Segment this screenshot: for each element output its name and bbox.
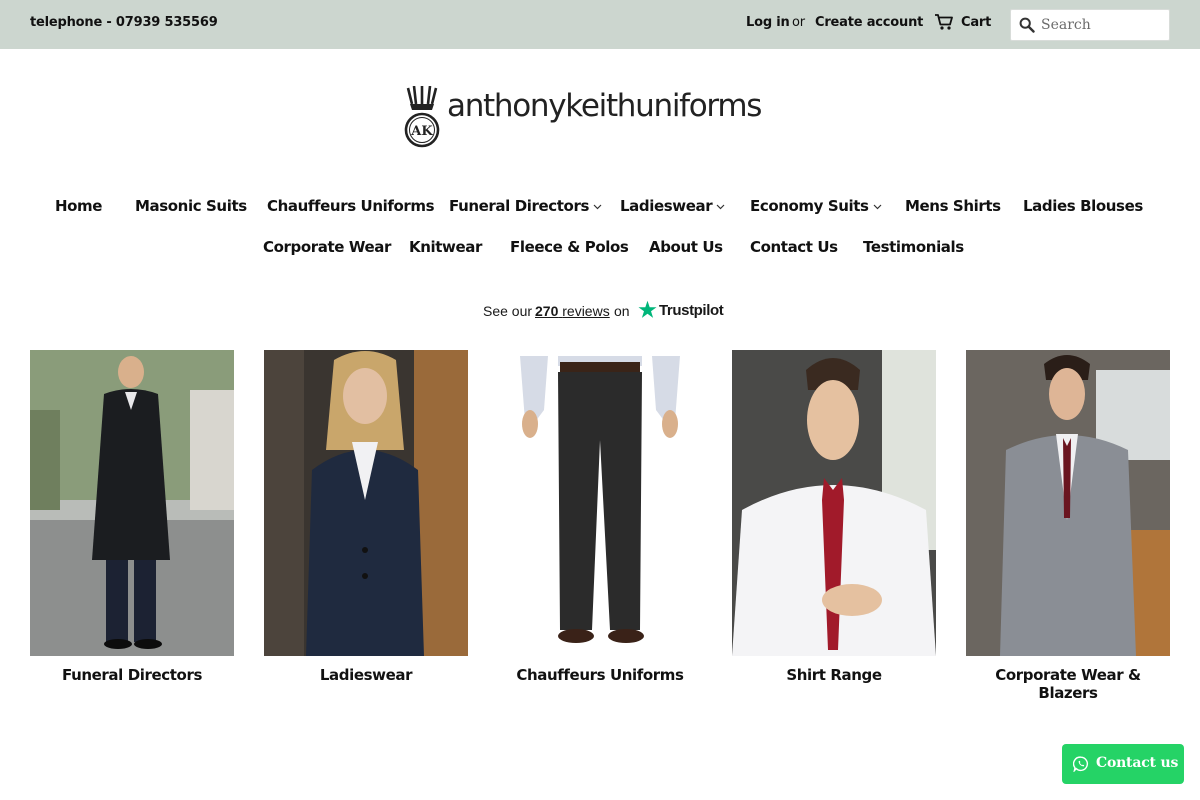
trustpilot-widget[interactable]: See our 270 reviews on Trustpilot	[483, 300, 724, 322]
chevron-down-icon	[716, 204, 725, 209]
cart-icon[interactable]	[934, 13, 954, 31]
search-icon[interactable]	[1019, 17, 1035, 33]
nav-funeral-directors[interactable]: Funeral Directors	[449, 197, 602, 215]
trustpilot-star-icon	[638, 300, 657, 318]
nav-mens-shirts[interactable]: Mens Shirts	[905, 197, 1001, 215]
whatsapp-contact-button[interactable]: Contact us	[1062, 744, 1184, 784]
nav-corporate-wear[interactable]: Corporate Wear	[263, 238, 391, 256]
collection-title[interactable]: Corporate Wear & Blazers	[966, 666, 1170, 702]
collection-title[interactable]: Shirt Range	[732, 666, 936, 684]
collection-title[interactable]: Funeral Directors	[30, 666, 234, 684]
nav-chauffeurs-uniforms[interactable]: Chauffeurs Uniforms	[267, 197, 435, 215]
trustpilot-reviews-link[interactable]: 270 reviews	[535, 303, 610, 319]
nav-contact-us[interactable]: Contact Us	[750, 238, 838, 256]
shirt-range-photo	[732, 350, 936, 656]
site-logo[interactable]: AK anthonykeithuniforms	[404, 86, 794, 154]
create-account-link[interactable]: Create account	[815, 15, 923, 30]
collection-title[interactable]: Ladieswear	[264, 666, 468, 684]
brand-name: anthonykeithuniforms	[447, 88, 762, 124]
search-input[interactable]	[1041, 14, 1165, 36]
chauffeurs-uniforms-photo	[498, 350, 702, 656]
nav-ladies-blouses[interactable]: Ladies Blouses	[1023, 197, 1143, 215]
crest-logo-icon: AK	[404, 86, 440, 148]
nav-ladieswear[interactable]: Ladieswear	[620, 197, 725, 215]
ladieswear-photo	[264, 350, 468, 656]
chevron-down-icon	[873, 204, 882, 209]
collection-image[interactable]	[732, 350, 936, 656]
nav-fleece-polos[interactable]: Fleece & Polos	[510, 238, 629, 256]
corporate-wear-photo	[966, 350, 1170, 656]
contact-button-label: Contact us	[1096, 755, 1179, 771]
review-count: 270	[535, 303, 559, 319]
nav-testimonials[interactable]: Testimonials	[863, 238, 964, 256]
trustpilot-prefix: See our	[483, 303, 533, 319]
nav-knitwear[interactable]: Knitwear	[409, 238, 482, 256]
nav-economy-suits[interactable]: Economy Suits	[750, 197, 882, 215]
collection-image[interactable]	[498, 350, 702, 656]
collection-title[interactable]: Chauffeurs Uniforms	[498, 666, 702, 684]
trustpilot-on: on	[614, 303, 630, 319]
or-text: or	[792, 15, 805, 30]
collection-image[interactable]	[264, 350, 468, 656]
logo-monogram: AK	[410, 124, 433, 139]
phone-number: telephone - 07939 535569	[30, 15, 218, 30]
whatsapp-icon	[1073, 756, 1089, 772]
funeral-directors-photo	[30, 350, 234, 656]
login-link[interactable]: Log in	[746, 15, 790, 30]
cart-link[interactable]: Cart	[961, 15, 991, 30]
collection-image[interactable]	[30, 350, 234, 656]
nav-masonic-suits[interactable]: Masonic Suits	[135, 197, 247, 215]
chevron-down-icon	[593, 204, 602, 209]
top-bar: telephone - 07939 535569 Log in or Creat…	[0, 0, 1200, 49]
nav-home[interactable]: Home	[55, 197, 102, 215]
collection-image[interactable]	[966, 350, 1170, 656]
reviews-word: reviews	[562, 303, 610, 319]
trustpilot-brand: Trustpilot	[659, 302, 724, 319]
nav-about-us[interactable]: About Us	[649, 238, 723, 256]
search-box[interactable]	[1010, 9, 1170, 41]
